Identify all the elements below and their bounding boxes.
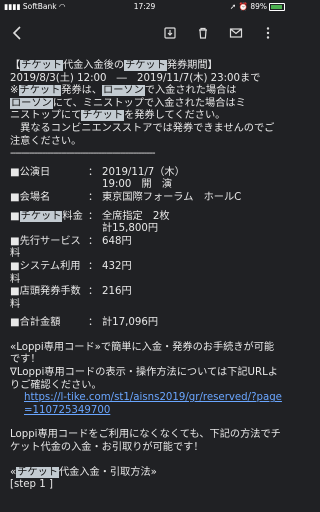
email-toolbar xyxy=(0,14,289,52)
back-button[interactable] xyxy=(6,21,30,45)
battery-indicator: ➚ ⏰ 89% xyxy=(230,2,285,11)
store-warning: 異なるコンビニエンスストアでは発券できませんのでご注意ください。 xyxy=(10,122,275,147)
alternative-method-note: Loppi専用コードをご利用になくなくても、下記の方法でチケット代金の入金・お引… xyxy=(10,429,281,454)
field-store-fee: ■店頭発券手数料： 216円 xyxy=(10,286,132,310)
back-arrow-icon xyxy=(12,26,21,40)
email-body: 【チケット代金入金後のチケット発券期間】 2019/8/3(土) 12:00 ―… xyxy=(10,60,282,492)
archive-button[interactable] xyxy=(158,21,182,45)
field-venue: ■会場名：東京国際フォーラム ホールC xyxy=(10,191,242,203)
alarm-icon: ⏰ xyxy=(238,2,248,11)
payment-section-heading: «チケット代金入金・引取方法» xyxy=(10,466,157,478)
field-performance-date: ■公演日： 2019/11/7（木） 19:00 開 演 xyxy=(10,166,185,191)
reservation-link[interactable]: https://l-tike.com/st1/aisns2019/gr/rese… xyxy=(24,392,282,416)
trash-icon xyxy=(199,27,207,39)
more-options-button[interactable] xyxy=(256,21,280,45)
mark-unread-button[interactable] xyxy=(224,21,248,45)
period-heading: 【チケット代金入金後のチケット発券期間】 xyxy=(10,60,218,71)
pickup-note: ※チケット発券は、ローソンで入金された場合は ローソンにて、ミニストップで入金され… xyxy=(10,85,246,122)
status-bar: ▮▮▮▮ SoftBank ◠ 17:29 ➚ ⏰ 89% xyxy=(0,0,289,14)
loppi-intro: «Loppi専用コード»で簡単に入金・発券のお手続きが可能です！ xyxy=(10,341,275,366)
loppi-instructions: ∇Loppi専用コードの表示・操作方法については下記URLよりご確認ください。 xyxy=(10,367,278,391)
period-dates: 2019/8/3(土) 12:00 ― 2019/11/7(木) 23:00まで xyxy=(10,72,261,84)
field-total: ■合計金額：計17,096円 xyxy=(10,317,159,329)
location-icon: ➚ xyxy=(229,2,237,11)
divider: ----------------------------------------… xyxy=(10,148,156,160)
mail-icon xyxy=(229,28,243,38)
step-label: [step 1 ] xyxy=(10,479,53,491)
battery-icon xyxy=(269,3,285,11)
archive-icon xyxy=(164,27,176,39)
delete-button[interactable] xyxy=(191,21,215,45)
more-vert-icon xyxy=(266,27,270,39)
field-presale-fee: ■先行サービス料： 648円 xyxy=(10,235,132,260)
field-system-fee: ■システム利用料： 432円 xyxy=(10,260,132,285)
field-ticket-price: ■チケット料金：全席指定 2枚 計15,800円 xyxy=(10,210,170,235)
